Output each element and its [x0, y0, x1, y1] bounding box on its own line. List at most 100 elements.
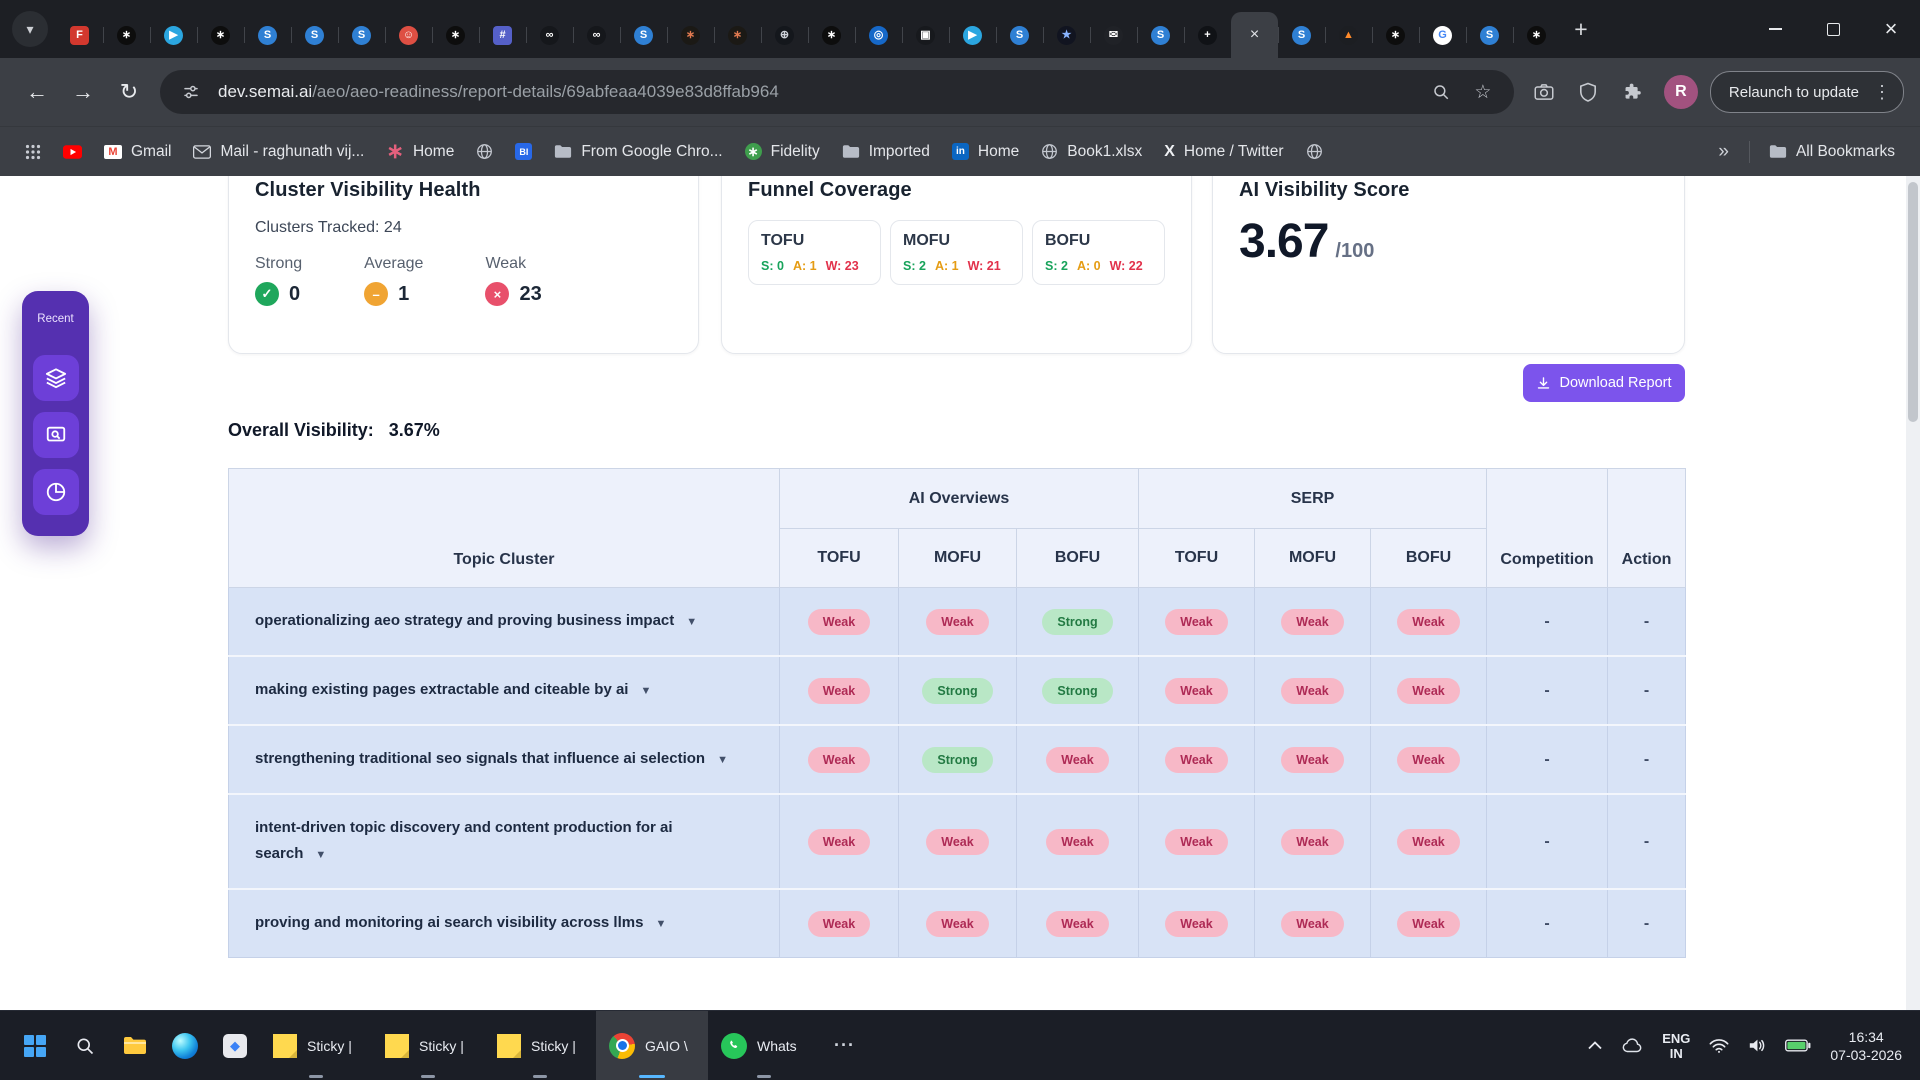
- download-report-button[interactable]: Download Report: [1523, 364, 1685, 402]
- bookmark-item[interactable]: [467, 138, 502, 165]
- clock[interactable]: 16:34 07-03-2026: [1830, 1028, 1902, 1064]
- browser-tab[interactable]: +: [1184, 12, 1231, 58]
- browser-tab[interactable]: #: [479, 12, 526, 58]
- shield-icon[interactable]: [1568, 72, 1608, 112]
- bookmark-item[interactable]: [54, 140, 91, 164]
- layers-button[interactable]: [33, 355, 79, 401]
- hidden-icons-chevron[interactable]: [1588, 1041, 1602, 1050]
- bookmark-item[interactable]: Book1.xlsx: [1032, 138, 1151, 166]
- screenshot-camera-icon[interactable]: [1524, 72, 1564, 112]
- expand-caret-icon[interactable]: ▼: [686, 616, 697, 628]
- browser-tab[interactable]: G: [1419, 12, 1466, 58]
- battery-icon[interactable]: [1785, 1039, 1811, 1052]
- bookmark-item[interactable]: ∗Fidelity: [736, 138, 829, 166]
- taskbar-app-chrome[interactable]: GAIO \: [596, 1011, 708, 1080]
- browser-tab[interactable]: ▶: [150, 12, 197, 58]
- expand-caret-icon[interactable]: ▼: [655, 918, 666, 930]
- taskbar-app-whatsapp[interactable]: Whats: [708, 1011, 820, 1080]
- site-info-icon[interactable]: [176, 77, 206, 107]
- browser-tab[interactable]: ★: [1043, 12, 1090, 58]
- stat-label: Weak: [485, 255, 541, 273]
- bookmark-item[interactable]: Imported: [833, 138, 939, 166]
- browser-tab[interactable]: S: [1137, 12, 1184, 58]
- reload-button[interactable]: ↻: [108, 71, 150, 113]
- expand-caret-icon[interactable]: ▼: [315, 849, 326, 861]
- tab-search-button[interactable]: ▾: [12, 11, 48, 47]
- funnel-coverage-card: Funnel Coverage TOFUS: 0A: 1W: 23MOFUS: …: [721, 176, 1192, 354]
- browser-tab[interactable]: F: [56, 12, 103, 58]
- doc-search-button[interactable]: [33, 412, 79, 458]
- browser-tab[interactable]: S: [1466, 12, 1513, 58]
- browser-tab[interactable]: ▲: [1325, 12, 1372, 58]
- browser-tab[interactable]: ∗: [1513, 12, 1560, 58]
- start-button[interactable]: [10, 1011, 60, 1080]
- scrollbar-thumb[interactable]: [1908, 182, 1918, 422]
- browser-tab[interactable]: ∞: [526, 12, 573, 58]
- browser-tab[interactable]: S: [291, 12, 338, 58]
- status-badge: Weak: [1397, 747, 1459, 773]
- browser-tab[interactable]: S: [996, 12, 1043, 58]
- menu-kebab-icon[interactable]: ⋮: [1873, 82, 1891, 103]
- taskbar-app-sticky[interactable]: Sticky |: [484, 1011, 596, 1080]
- browser-tab[interactable]: ∗: [197, 12, 244, 58]
- search-icon[interactable]: [1426, 77, 1456, 107]
- browser-tab[interactable]: ▣: [902, 12, 949, 58]
- photos-button[interactable]: ◆: [210, 1011, 260, 1080]
- profile-avatar[interactable]: R: [1664, 75, 1698, 109]
- browser-tab[interactable]: ◎: [855, 12, 902, 58]
- browser-tab[interactable]: S: [244, 12, 291, 58]
- onedrive-cloud-icon[interactable]: [1621, 1038, 1643, 1053]
- browser-tab[interactable]: ∗: [667, 12, 714, 58]
- browser-tab[interactable]: ∞: [573, 12, 620, 58]
- browser-tab[interactable]: S: [338, 12, 385, 58]
- language-indicator[interactable]: ENG IN: [1662, 1031, 1690, 1061]
- browser-tab[interactable]: ✉: [1090, 12, 1137, 58]
- expand-caret-icon[interactable]: ▼: [640, 685, 651, 697]
- bookmark-item[interactable]: [16, 139, 50, 165]
- volume-icon[interactable]: [1748, 1038, 1766, 1053]
- extensions-icon[interactable]: [1612, 72, 1652, 112]
- bookmark-star-icon[interactable]: ☆: [1468, 77, 1498, 107]
- browser-tab-active[interactable]: ×: [1231, 12, 1278, 58]
- relaunch-button[interactable]: Relaunch to update ⋮: [1710, 71, 1904, 113]
- pie-chart-button[interactable]: [33, 469, 79, 515]
- address-bar[interactable]: dev.semai.ai/aeo/aeo-readiness/report-de…: [160, 70, 1514, 114]
- forward-button[interactable]: →: [62, 71, 104, 113]
- bookmark-item[interactable]: XHome / Twitter: [1155, 138, 1292, 166]
- browser-tab[interactable]: ∗: [103, 12, 150, 58]
- browser-tab[interactable]: ☺: [385, 12, 432, 58]
- browser-tab[interactable]: S: [1278, 12, 1325, 58]
- page-scrollbar[interactable]: [1906, 176, 1920, 1010]
- close-button[interactable]: ×: [1862, 0, 1920, 58]
- taskbar-search-button[interactable]: [60, 1011, 110, 1080]
- expand-caret-icon[interactable]: ▼: [717, 754, 728, 766]
- taskbar-app-sticky[interactable]: Sticky |: [260, 1011, 372, 1080]
- stat-row: ✓0: [255, 282, 302, 306]
- bookmark-item[interactable]: inHome: [943, 138, 1028, 166]
- status-badge: Weak: [1281, 829, 1343, 855]
- taskbar-app-sticky[interactable]: Sticky |: [372, 1011, 484, 1080]
- browser-tab[interactable]: S: [620, 12, 667, 58]
- bookmark-item[interactable]: Mail - raghunath vij...: [184, 138, 373, 166]
- taskbar-overflow-button[interactable]: ···: [820, 1011, 869, 1080]
- browser-tab[interactable]: ⊕: [761, 12, 808, 58]
- bookmark-item[interactable]: BI: [506, 138, 541, 165]
- back-button[interactable]: ←: [16, 71, 58, 113]
- file-explorer-button[interactable]: [110, 1011, 160, 1080]
- bookmarks-overflow-button[interactable]: »: [1708, 141, 1739, 163]
- edge-button[interactable]: [160, 1011, 210, 1080]
- minimize-button[interactable]: [1746, 0, 1804, 58]
- browser-tab[interactable]: ∗: [808, 12, 855, 58]
- bookmark-item[interactable]: MGmail: [95, 138, 180, 166]
- browser-tab[interactable]: ∗: [1372, 12, 1419, 58]
- new-tab-button[interactable]: +: [1564, 12, 1598, 46]
- browser-tab[interactable]: ∗: [714, 12, 761, 58]
- bookmark-item[interactable]: From Google Chro...: [545, 138, 731, 166]
- wifi-icon[interactable]: [1709, 1038, 1729, 1054]
- bookmark-item[interactable]: ∗Home: [377, 136, 463, 167]
- all-bookmarks-button[interactable]: All Bookmarks: [1760, 138, 1904, 166]
- browser-tab[interactable]: ▶: [949, 12, 996, 58]
- browser-tab[interactable]: ∗: [432, 12, 479, 58]
- maximize-button[interactable]: [1804, 0, 1862, 58]
- bookmark-item[interactable]: [1297, 138, 1332, 165]
